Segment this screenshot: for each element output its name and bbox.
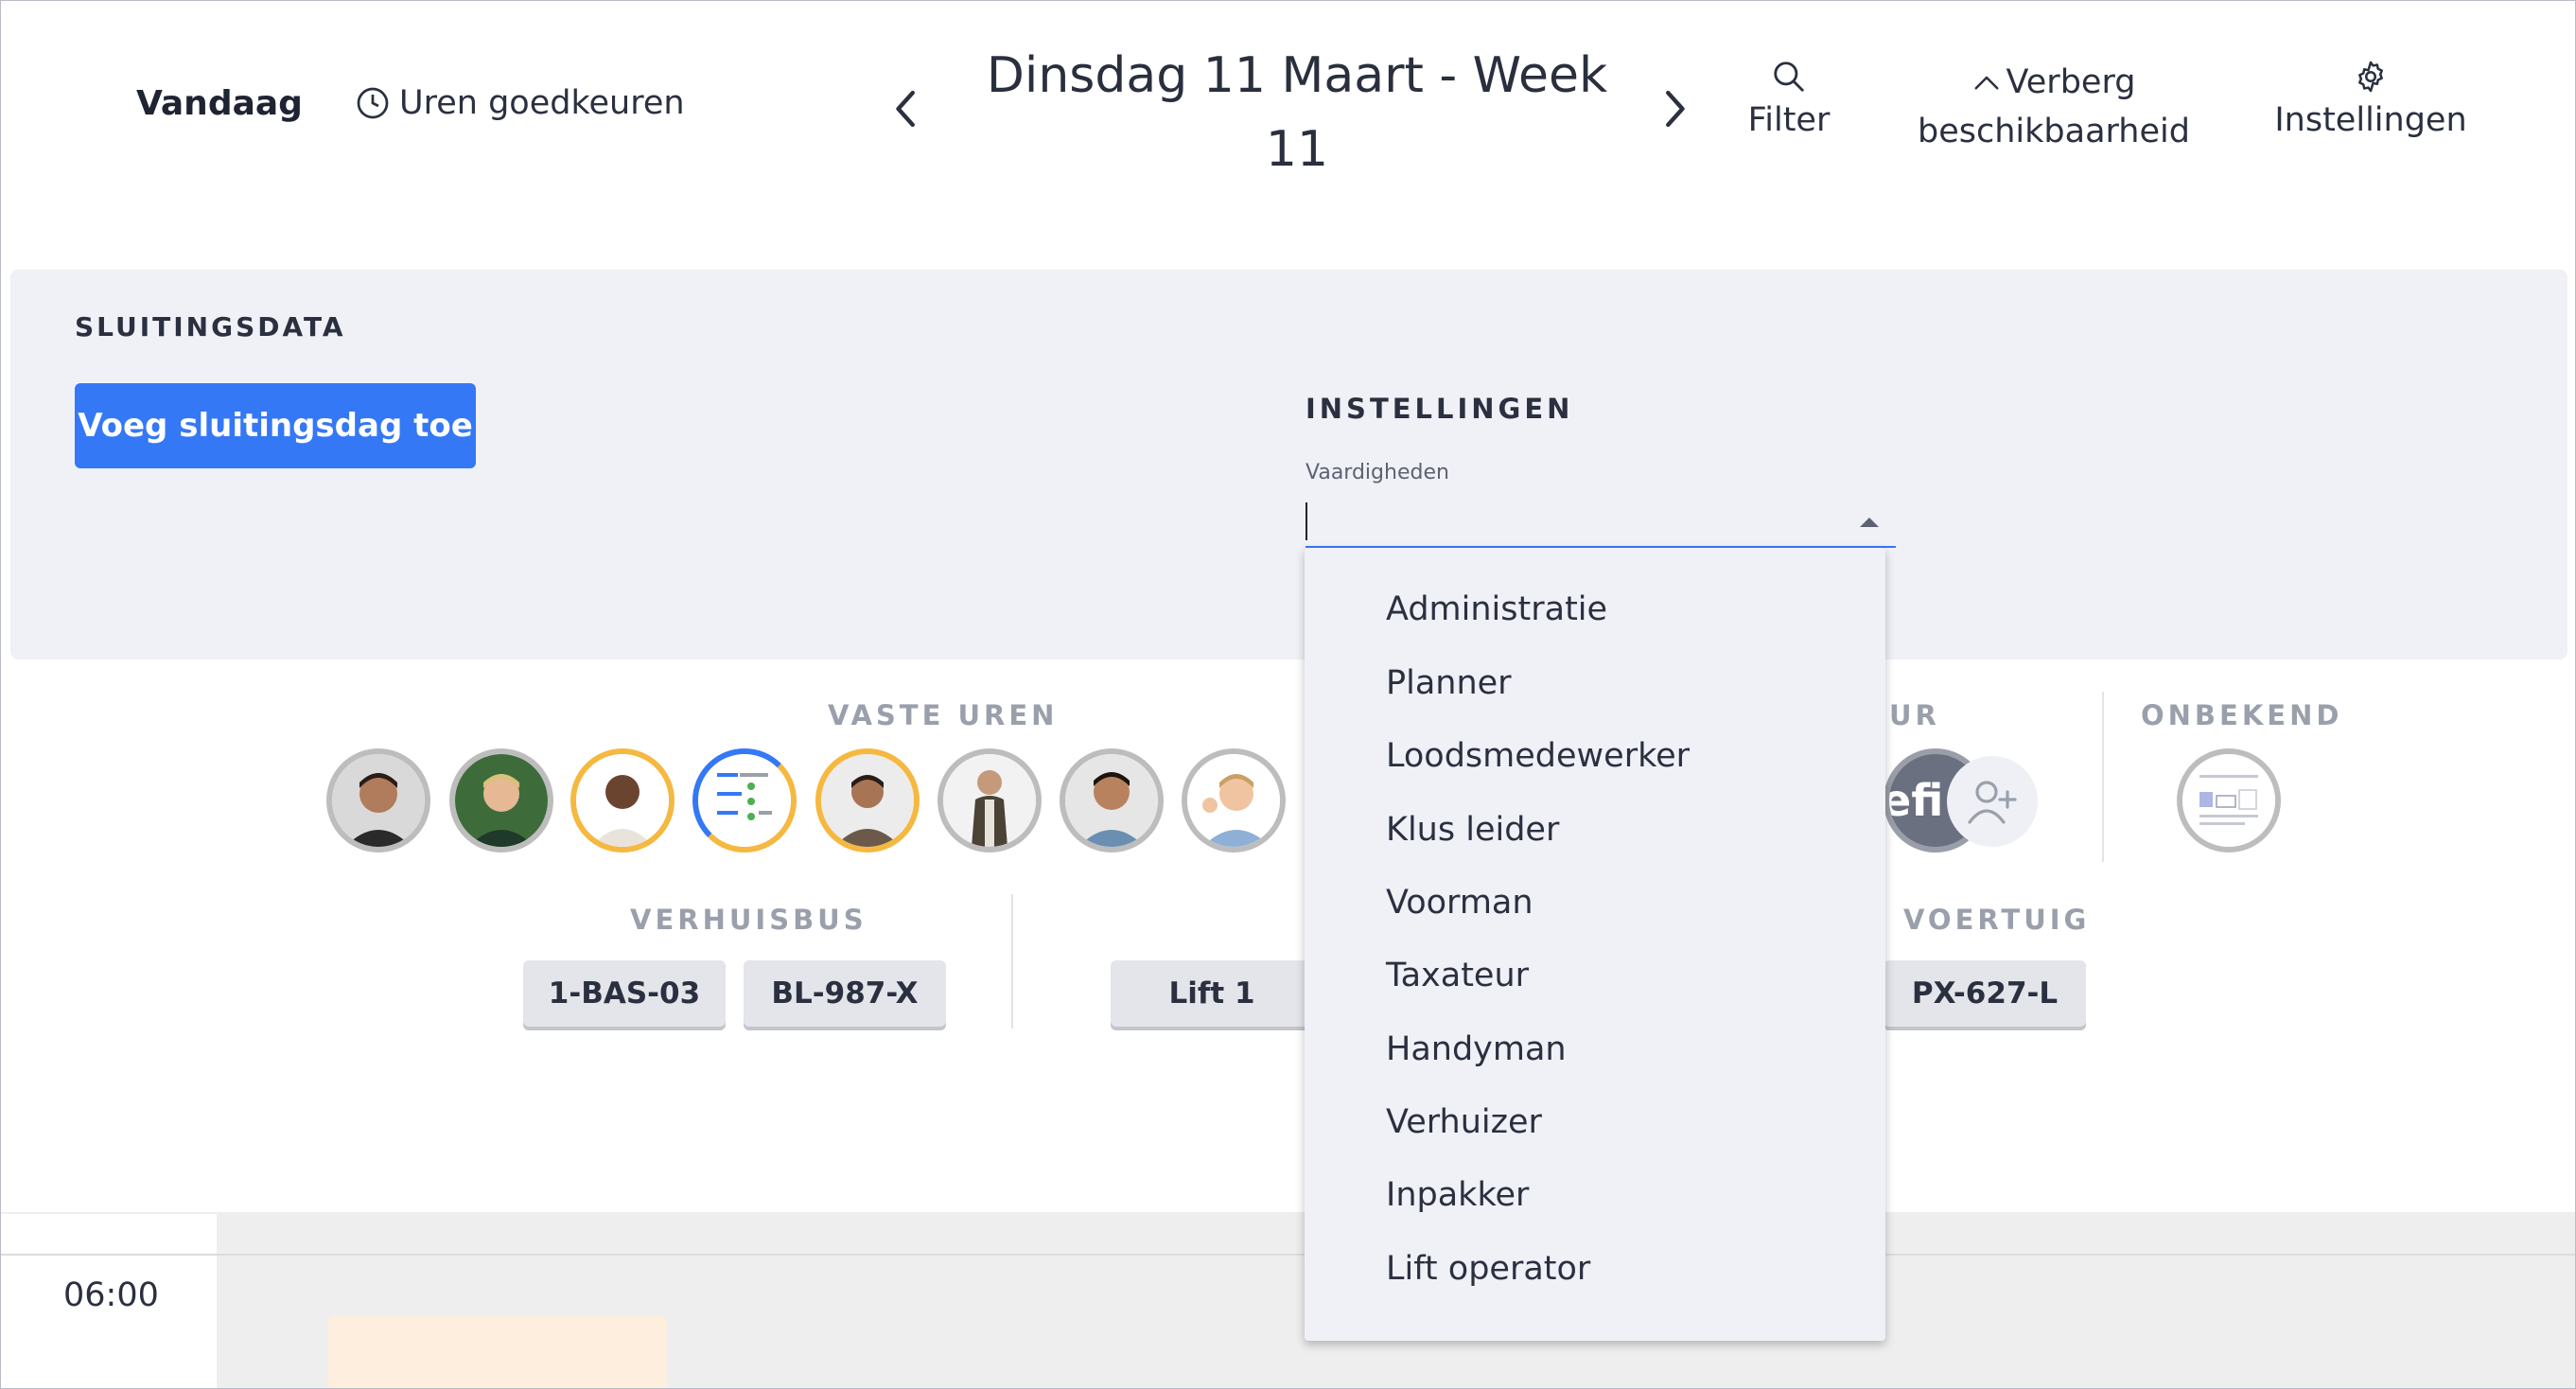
skills-select[interactable]	[1306, 493, 1896, 548]
filter-button[interactable]: Filter	[1742, 58, 1836, 145]
avatar[interactable]	[815, 748, 920, 853]
settings-section-title: INSTELLINGEN	[1306, 393, 1574, 425]
moving-van-chip[interactable]: 1-BAS-03	[523, 960, 726, 1027]
skills-field-label: Vaardigheden	[1306, 461, 1449, 484]
filter-label: Filter	[1747, 101, 1831, 139]
planned-job-block[interactable]	[328, 1316, 667, 1388]
avatar[interactable]	[449, 748, 553, 853]
text-cursor	[1306, 502, 1307, 540]
settings-label: Instellingen	[2274, 101, 2467, 139]
time-label: 06:00	[63, 1276, 159, 1314]
today-button[interactable]: Vandaag	[136, 84, 303, 123]
fixed-hours-title: VASTE UREN	[828, 699, 1059, 731]
add-user-icon	[1968, 781, 2017, 824]
partial-section-title: UR	[1889, 699, 1940, 731]
caret-up-icon[interactable]	[1860, 518, 1879, 527]
chevron-right-icon	[1666, 90, 1685, 128]
hide-availability-label-line2: beschikbaarheid	[1918, 113, 2190, 150]
closing-dates-title: SLUITINGSDATA	[75, 311, 346, 343]
skill-option[interactable]: Lift operator	[1386, 1250, 1590, 1288]
moving-van-chip[interactable]: BL-987-X	[744, 960, 946, 1027]
avatar[interactable]	[570, 748, 675, 853]
hide-availability-button[interactable]: Verberg beschikbaarheid	[1912, 58, 2196, 156]
add-closing-day-button[interactable]: Voeg sluitingsdag toe	[75, 383, 476, 468]
vehicle-title: VOERTUIG	[1903, 904, 2091, 936]
skill-option[interactable]: Handyman	[1386, 1030, 1567, 1068]
settings-button[interactable]: Instellingen	[2271, 58, 2470, 145]
timeline-gridline	[1, 1254, 2575, 1256]
next-day-button[interactable]	[1658, 88, 1691, 130]
unknown-section-title: ONBEKEND	[2141, 699, 2343, 731]
moving-van-title: VERHUISBUS	[630, 904, 867, 936]
lift-chip[interactable]: Lift 1	[1111, 960, 1313, 1027]
section-divider	[2102, 692, 2104, 862]
skill-option[interactable]: Voorman	[1386, 884, 1533, 922]
skill-option[interactable]: Loodsmedewerker	[1386, 737, 1690, 775]
avatar[interactable]	[1060, 748, 1164, 853]
skill-option[interactable]: Verhuizer	[1386, 1103, 1542, 1141]
skills-dropdown-menu: Administratie Planner Loodsmedewerker Kl…	[1305, 548, 1885, 1341]
previous-day-button[interactable]	[890, 88, 922, 130]
chevron-left-icon	[896, 90, 915, 128]
day-timeline[interactable]: 06:00	[1, 1212, 2575, 1388]
gear-icon	[2358, 61, 2383, 93]
skill-option[interactable]: Planner	[1386, 664, 1512, 702]
search-icon	[1774, 62, 1804, 92]
avatar[interactable]	[692, 748, 797, 853]
avatar-initials: efi	[1884, 775, 1944, 826]
skill-option[interactable]: Inpakker	[1386, 1176, 1529, 1214]
section-divider	[1011, 894, 1013, 1029]
skill-option[interactable]: Administratie	[1386, 590, 1607, 628]
skill-option[interactable]: Klus leider	[1386, 811, 1559, 849]
closing-dates-panel: SLUITINGSDATA Voeg sluitingsdag toe INST…	[10, 270, 2567, 659]
hide-availability-label-line1: Verberg	[2006, 63, 2136, 101]
vehicle-chip[interactable]: PX-627-L	[1884, 960, 2086, 1027]
clock-icon	[357, 87, 389, 119]
skill-option[interactable]: Taxateur	[1386, 957, 1529, 994]
page-title: Dinsdag 11 Maart - Week 11	[986, 47, 1608, 178]
app-frame: Vandaag Uren goedkeuren Dinsdag 11 Maart…	[0, 0, 2576, 1389]
avatar[interactable]	[326, 748, 430, 853]
avatar[interactable]	[1182, 748, 1286, 853]
chevron-up-icon	[1974, 76, 1999, 90]
add-person-button[interactable]	[1947, 756, 2038, 847]
approve-hours-button[interactable]: Uren goedkeuren	[356, 84, 685, 122]
avatar[interactable]	[2177, 748, 2281, 853]
approve-hours-label: Uren goedkeuren	[399, 84, 685, 122]
avatar[interactable]	[938, 748, 1042, 853]
